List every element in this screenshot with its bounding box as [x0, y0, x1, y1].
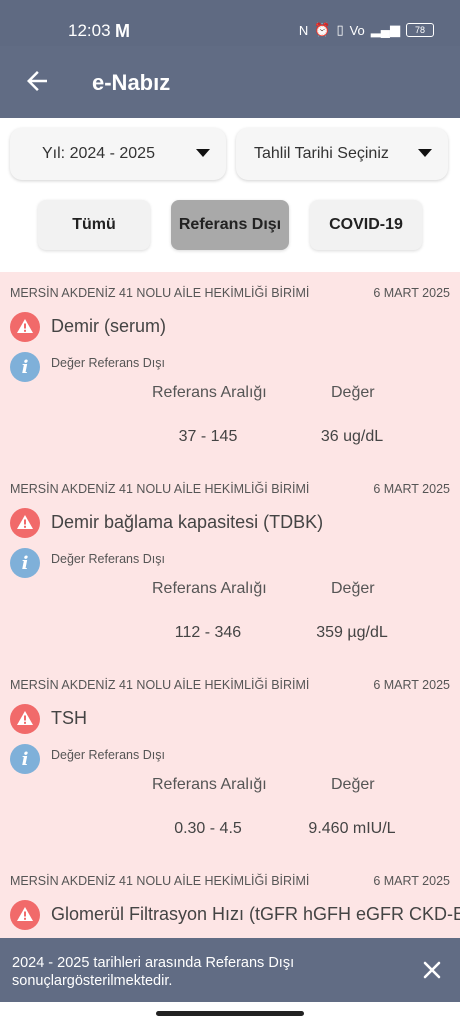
result-card[interactable]: MERSİN AKDENİZ 41 NOLU AİLE HEKİMLİĞİ Bİ… [0, 468, 460, 664]
close-button[interactable] [420, 958, 444, 982]
warning-icon [10, 704, 40, 734]
status-time: 12:03 [68, 21, 111, 40]
reference-range-header: Referans Aralığı [152, 580, 267, 597]
tab-label: Referans Dışı [178, 216, 282, 233]
filter-panel: Yıl: 2024 - 2025 Tahlil Tarihi Seçiniz T… [0, 118, 460, 272]
test-name: Demir bağlama kapasitesi (TDBK) [51, 512, 324, 532]
value-header: Değer [331, 384, 375, 401]
result-value: 9.460 mIU/L [308, 820, 396, 837]
snackbar: 2024 - 2025 tarihleri arasında Referans … [0, 938, 460, 1002]
warning-icon [10, 508, 40, 538]
result-date: 6 MART 2025 [373, 482, 450, 496]
test-date-dropdown-label: Tahlil Tarihi Seçiniz [254, 145, 389, 162]
caret-down-icon [418, 149, 432, 157]
warning-icon [10, 900, 40, 930]
tab-out-of-reference[interactable]: Referans Dışı [171, 200, 289, 250]
reference-range: 37 - 145 [178, 428, 238, 445]
page-title: e-Nabız [92, 70, 171, 95]
app-bar: e-Nabız [0, 46, 460, 118]
reference-note: Değer Referans Dışı [51, 356, 165, 370]
result-card[interactable]: MERSİN AKDENİZ 41 NOLU AİLE HEKİMLİĞİ Bİ… [0, 664, 460, 860]
volte-icon: Vo [349, 22, 365, 38]
result-date: 6 MART 2025 [373, 286, 450, 300]
value-header: Değer [331, 580, 375, 597]
clinic-name: MERSİN AKDENİZ 41 NOLU AİLE HEKİMLİĞİ Bİ… [10, 482, 310, 496]
clinic-name: MERSİN AKDENİZ 41 NOLU AİLE HEKİMLİĞİ Bİ… [10, 286, 310, 300]
status-bar: 12:03 M N ⏰ ▯ Vo ▂▄▆ 78 [0, 0, 460, 46]
year-dropdown-label: Yıl: 2024 - 2025 [42, 145, 155, 162]
clinic-name: MERSİN AKDENİZ 41 NOLU AİLE HEKİMLİĞİ Bİ… [10, 678, 310, 692]
result-date: 6 MART 2025 [373, 678, 450, 692]
close-icon [423, 961, 441, 979]
signal-icon: ▂▄▆ [370, 22, 400, 37]
reference-range: 112 - 346 [174, 624, 242, 641]
test-name: TSH [51, 708, 87, 728]
result-value: 359 µg/dL [316, 624, 388, 641]
result-value: 36 ug/dL [320, 428, 384, 445]
tab-covid-19[interactable]: COVID-19 [310, 200, 422, 250]
battery-icon: 78 [406, 23, 434, 37]
clinic-name: MERSİN AKDENİZ 41 NOLU AİLE HEKİMLİĞİ Bİ… [10, 874, 310, 888]
tab-all[interactable]: Tümü [38, 200, 150, 250]
gesture-nav-bar [0, 1002, 460, 1024]
caret-down-icon [196, 149, 210, 157]
results-list[interactable]: MERSİN AKDENİZ 41 NOLU AİLE HEKİMLİĞİ Bİ… [0, 272, 460, 938]
arrow-left-icon [27, 71, 47, 91]
reference-range-header: Referans Aralığı [152, 384, 267, 401]
info-icon: i [10, 744, 40, 774]
reference-note: Değer Referans Dışı [51, 748, 165, 762]
reference-range-header: Referans Aralığı [152, 776, 267, 793]
snackbar-message: 2024 - 2025 tarihleri arasında Referans … [12, 955, 295, 989]
vibrate-icon: ▯ [336, 22, 344, 37]
app-notification-icon: M [115, 21, 130, 41]
tab-label: COVID-19 [329, 216, 403, 233]
result-card[interactable]: MERSİN AKDENİZ 41 NOLU AİLE HEKİMLİĞİ Bİ… [0, 272, 460, 468]
alarm-icon: ⏰ [314, 22, 331, 37]
info-icon: i [10, 548, 40, 578]
result-date: 6 MART 2025 [373, 874, 450, 888]
test-name: Glomerül Filtrasyon Hızı (tGFR hGFH eGFR… [51, 904, 460, 924]
result-card[interactable]: MERSİN AKDENİZ 41 NOLU AİLE HEKİMLİĞİ Bİ… [0, 860, 460, 938]
status-icons: N ⏰ ▯ Vo ▂▄▆ 78 [299, 22, 434, 38]
reference-note: Değer Referans Dışı [51, 552, 165, 566]
tab-label: Tümü [72, 216, 116, 233]
test-date-dropdown[interactable]: Tahlil Tarihi Seçiniz [236, 128, 448, 180]
nfc-icon: N [298, 22, 309, 38]
test-name: Demir (serum) [51, 316, 166, 336]
warning-icon [10, 312, 40, 342]
home-handle[interactable] [156, 1011, 304, 1016]
back-button[interactable] [22, 66, 52, 96]
info-icon: i [10, 352, 40, 382]
reference-range: 0.30 - 4.5 [174, 820, 242, 837]
year-dropdown[interactable]: Yıl: 2024 - 2025 [10, 128, 226, 180]
value-header: Değer [331, 776, 375, 793]
